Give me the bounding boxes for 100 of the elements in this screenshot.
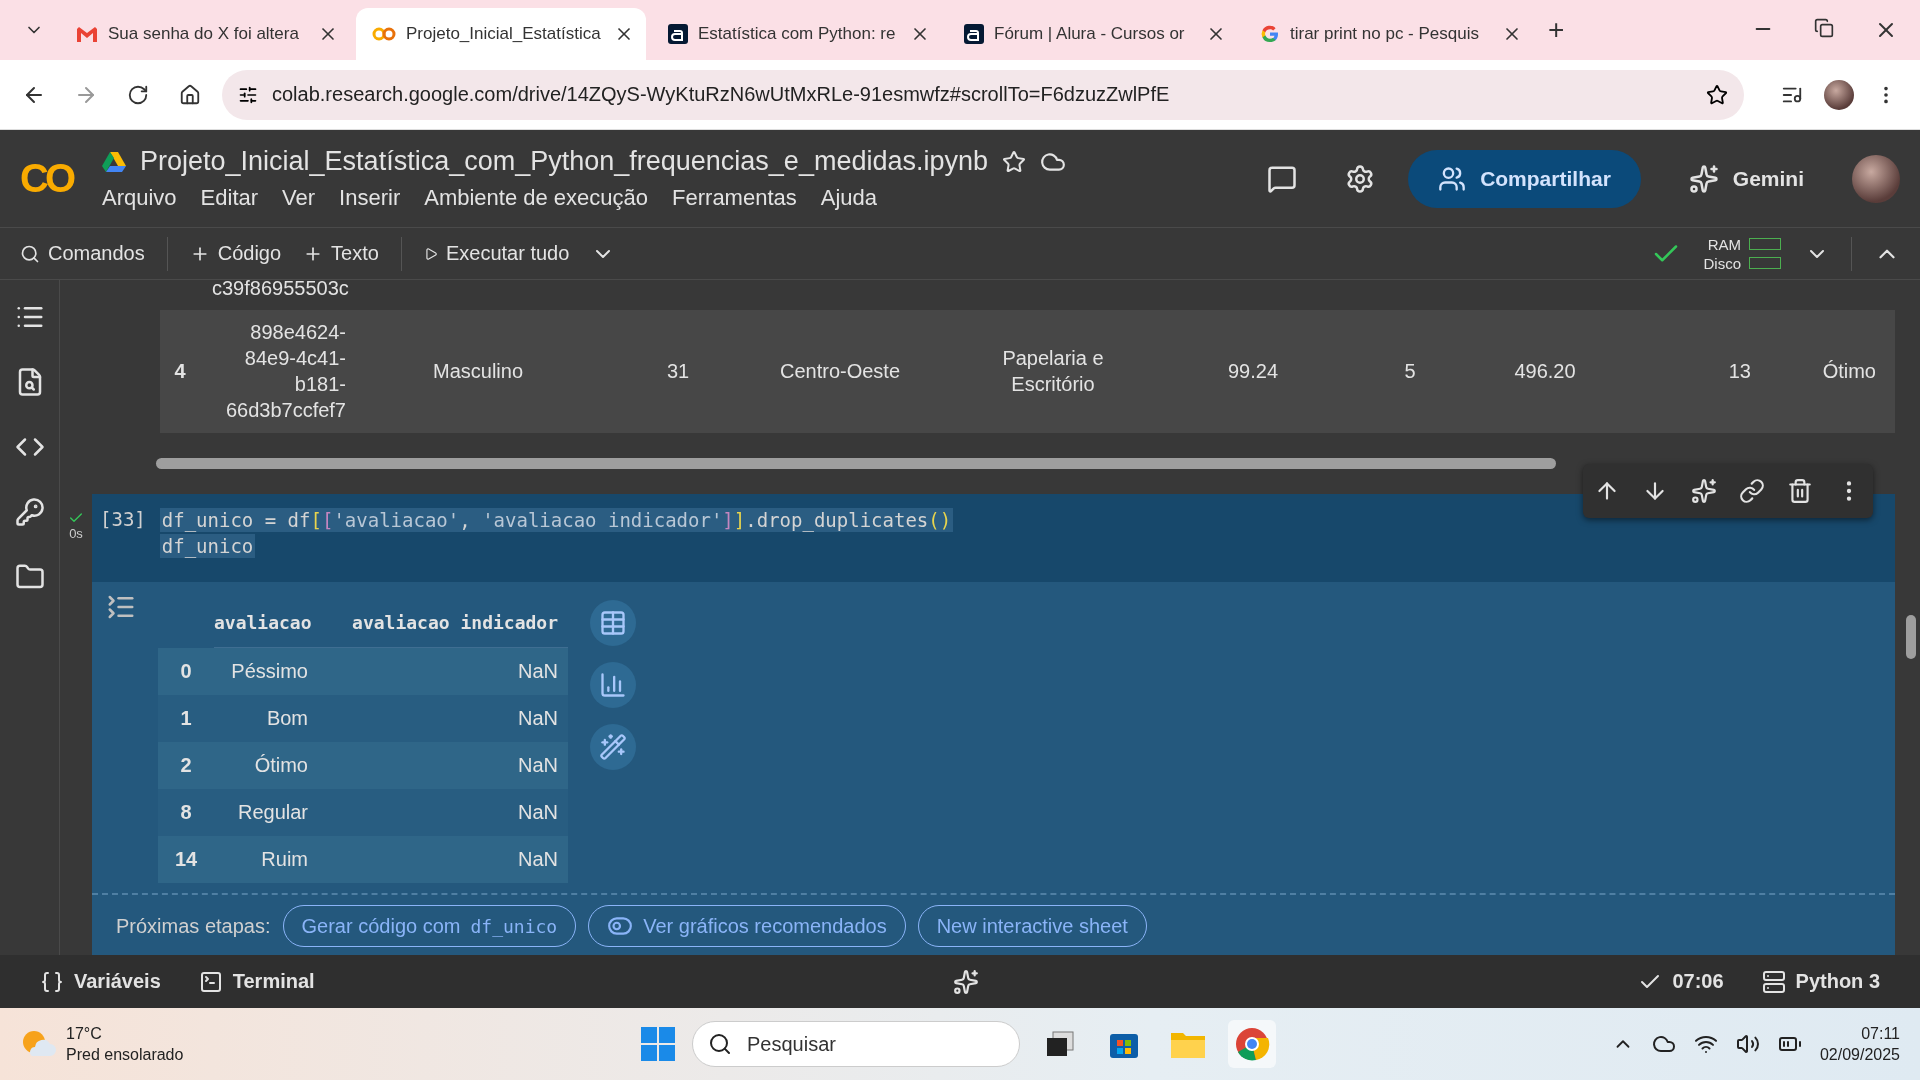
weather-text: Pred ensolarado: [66, 1045, 184, 1064]
table-cell: Regular: [214, 789, 318, 836]
row-index: 2: [158, 742, 214, 789]
search-icon: [708, 1032, 732, 1056]
run-all-button[interactable]: Executar tudo: [423, 242, 570, 265]
people-icon: [1438, 164, 1467, 193]
table-cell: Ruim: [214, 836, 318, 883]
browser-tab[interactable]: tirar print no pc - Pesquis: [1244, 8, 1534, 60]
execution-time: 0s: [69, 526, 83, 541]
chart-button[interactable]: [590, 662, 636, 708]
disk-label: Disco: [1703, 254, 1741, 272]
add-text-button[interactable]: Texto: [303, 242, 379, 265]
temperature: 17°C: [66, 1024, 103, 1043]
magic-wand-button[interactable]: [590, 724, 636, 770]
google-icon: [1260, 24, 1280, 44]
table-cell-text: 5: [1403, 359, 1417, 385]
delete-icon[interactable]: [1787, 478, 1814, 504]
envelope-icon: [76, 25, 98, 43]
ram-meter: [1749, 238, 1781, 250]
commands-button[interactable]: Comandos: [20, 242, 145, 265]
clock-date[interactable]: 02/09/2025: [1819, 1045, 1900, 1064]
restore-icon[interactable]: [1814, 18, 1834, 38]
menu-item[interactable]: Editar: [200, 185, 259, 211]
row-index: 4: [173, 359, 187, 385]
volume-icon[interactable]: [1735, 1032, 1760, 1056]
star-icon[interactable]: [1002, 149, 1026, 174]
terminal-icon: [198, 969, 223, 994]
ram-label: RAM: [1706, 235, 1741, 253]
letter-a-icon: [964, 24, 984, 44]
bookmark-icon[interactable]: [1706, 83, 1728, 106]
table-cell-text: 31: [665, 359, 691, 385]
next-steps-label: Próximas etapas:: [116, 914, 271, 938]
address-bar[interactable]: colab.research.google.com/drive/14ZQyS-WyKtuRzN6wUtMxRLe-91esmwfz#scrollTo=F6dzuzZwlPfE: [222, 69, 1744, 120]
table-cell-text: 13: [1727, 359, 1752, 385]
task-view-icon[interactable]: [1045, 1030, 1075, 1058]
menu-item[interactable]: Ver: [282, 185, 316, 211]
reload-icon[interactable]: [127, 83, 149, 106]
browser-tab[interactable]: Fórum | Alura - Cursos or: [948, 8, 1238, 60]
wand-icon: [599, 733, 627, 761]
letter-a-icon: [668, 24, 688, 44]
browser-tab[interactable]: Projeto_Inicial_Estatística: [356, 8, 646, 60]
code-cell[interactable]: [33] df_unico = df[['avaliacao', 'avaliacao indicador']].drop_duplicates() df_unico: [92, 494, 1895, 582]
table-cell: Bom: [214, 695, 318, 742]
link-icon[interactable]: [1739, 478, 1766, 504]
account-avatar[interactable]: [1852, 154, 1900, 203]
add-code-button[interactable]: Código: [189, 242, 282, 265]
table-cell-text: Ótimo: [1821, 359, 1877, 385]
settings-icon[interactable]: [1345, 163, 1376, 194]
table-cell-text: 496.20: [1513, 359, 1577, 385]
table-view-button[interactable]: [590, 600, 636, 646]
runtime-button[interactable]: Python 3: [1761, 969, 1880, 994]
disk-meter: [1749, 257, 1781, 269]
braces-icon: [40, 969, 64, 994]
menu-item[interactable]: Arquivo: [102, 185, 177, 211]
search-icon: [20, 243, 40, 264]
chrome-icon[interactable]: [1234, 1026, 1270, 1062]
table-cell-text: Papelaria e Escritório: [1001, 346, 1105, 398]
sparkle-icon: [1688, 163, 1719, 194]
row-index: 0: [158, 648, 214, 695]
play-icon: [423, 246, 438, 261]
share-button[interactable]: Compartilhar: [1408, 149, 1641, 208]
site-settings-icon[interactable]: [238, 84, 258, 105]
new-tab-button[interactable]: +: [1540, 14, 1573, 46]
rings-icon: [372, 26, 396, 42]
colab-logo[interactable]: CO: [20, 156, 84, 201]
table-cell: NaN: [318, 648, 568, 695]
scrollbar[interactable]: [156, 457, 1556, 469]
bar-chart-icon: [599, 671, 627, 699]
drive-icon: [102, 150, 126, 173]
row-index: 8: [158, 789, 214, 836]
sparkle-icon[interactable]: [1690, 478, 1717, 504]
search-field[interactable]: Pesquisar: [692, 1021, 1020, 1067]
sparkle-icon[interactable]: [952, 968, 979, 995]
table-cell: c39f86955503c: [212, 280, 349, 299]
menu-item[interactable]: Inserir: [339, 185, 401, 211]
table-cell: NaN: [318, 789, 568, 836]
execution-status[interactable]: 07:06: [1638, 969, 1724, 994]
browser-tab[interactable]: Estatística com Python: re: [652, 8, 942, 60]
scrollbar[interactable]: [1906, 615, 1916, 659]
notebook-title[interactable]: Projeto_Inicial_Estatística_com_Python_frequencias_e_medidas.ipynb: [140, 146, 988, 177]
table-cell: Péssimo: [214, 648, 318, 695]
server-icon: [1761, 969, 1786, 994]
menu-item[interactable]: Ambiente de execução: [424, 185, 649, 211]
table-icon: [599, 609, 627, 637]
menu-item[interactable]: Ferramentas: [672, 185, 797, 211]
variables-button[interactable]: Variáveis: [40, 969, 161, 994]
windows-start-icon[interactable]: [640, 1026, 676, 1062]
table-cell-text: Centro-Oeste: [778, 359, 902, 385]
browser-tab[interactable]: Sua senha do X foi altera: [60, 8, 350, 60]
home-icon[interactable]: [179, 83, 201, 106]
terminal-button[interactable]: Terminal: [198, 969, 315, 994]
key-icon[interactable]: [14, 497, 45, 527]
table-cell: NaN: [318, 742, 568, 789]
gemini-button[interactable]: Gemini: [1682, 162, 1810, 195]
row-index: 14: [158, 836, 214, 883]
profile-avatar[interactable]: [1824, 79, 1854, 110]
execution-count: [33]: [100, 508, 146, 532]
menu-item[interactable]: Ajuda: [820, 185, 878, 211]
clock-time[interactable]: 07:11: [1861, 1024, 1900, 1043]
table-cell-text: 898e4624-84e9-4c41-b181-66d3b7ccfef7: [224, 320, 347, 424]
